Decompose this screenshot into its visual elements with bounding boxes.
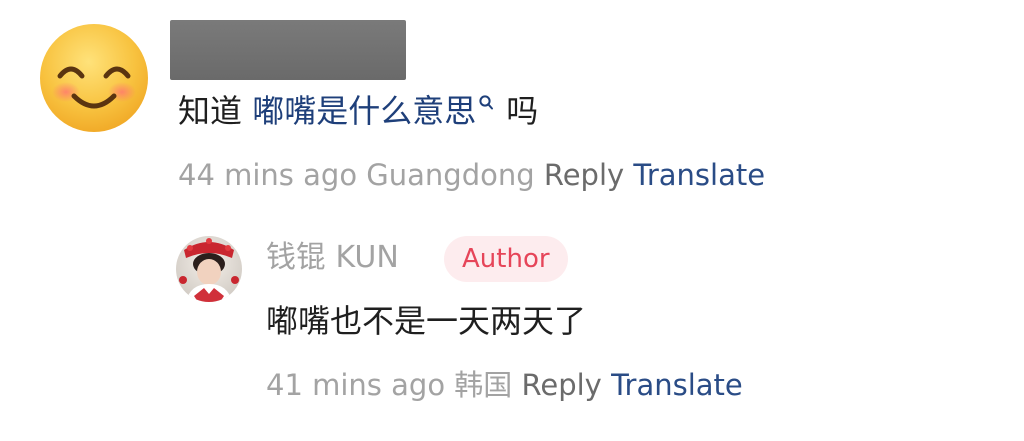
avatar[interactable] — [38, 22, 150, 134]
search-keyword-link[interactable]: 嘟嘴是什么意思 — [252, 92, 476, 130]
reply-avatar[interactable] — [176, 236, 242, 302]
reply-text: 嘟嘴也不是一天两天了 — [266, 302, 587, 340]
translate-button[interactable]: Translate — [633, 158, 765, 192]
reply-username[interactable]: 钱锟 KUN — [266, 236, 399, 280]
comment-meta: 44 mins ago Guangdong Reply Translate — [178, 154, 765, 196]
reply-location: 韩国 — [454, 368, 513, 402]
timestamp: 44 mins ago — [178, 158, 358, 192]
comment-text: 知道 嘟嘴是什么意思 吗 — [178, 88, 538, 134]
comment-thread: 知道 嘟嘴是什么意思 吗 44 mins ago Guangdong Reply… — [0, 0, 1024, 441]
author-badge: Author — [444, 236, 568, 282]
smiling-face-emoji-icon — [40, 24, 148, 132]
reply-timestamp: 41 mins ago — [266, 368, 446, 402]
reply-button[interactable]: Reply — [544, 158, 624, 192]
redacted-username — [170, 20, 406, 80]
comment-text-suffix: 吗 — [506, 92, 539, 130]
reply-meta: 41 mins ago 韩国 Reply Translate — [266, 364, 743, 406]
search-mini-icon[interactable] — [478, 94, 494, 112]
location: Guangdong — [366, 158, 535, 192]
comment-text-prefix: 知道 — [178, 92, 253, 130]
reply-reply-button[interactable]: Reply — [522, 368, 602, 402]
reply-translate-button[interactable]: Translate — [611, 368, 743, 402]
user-photo-icon — [176, 236, 242, 302]
